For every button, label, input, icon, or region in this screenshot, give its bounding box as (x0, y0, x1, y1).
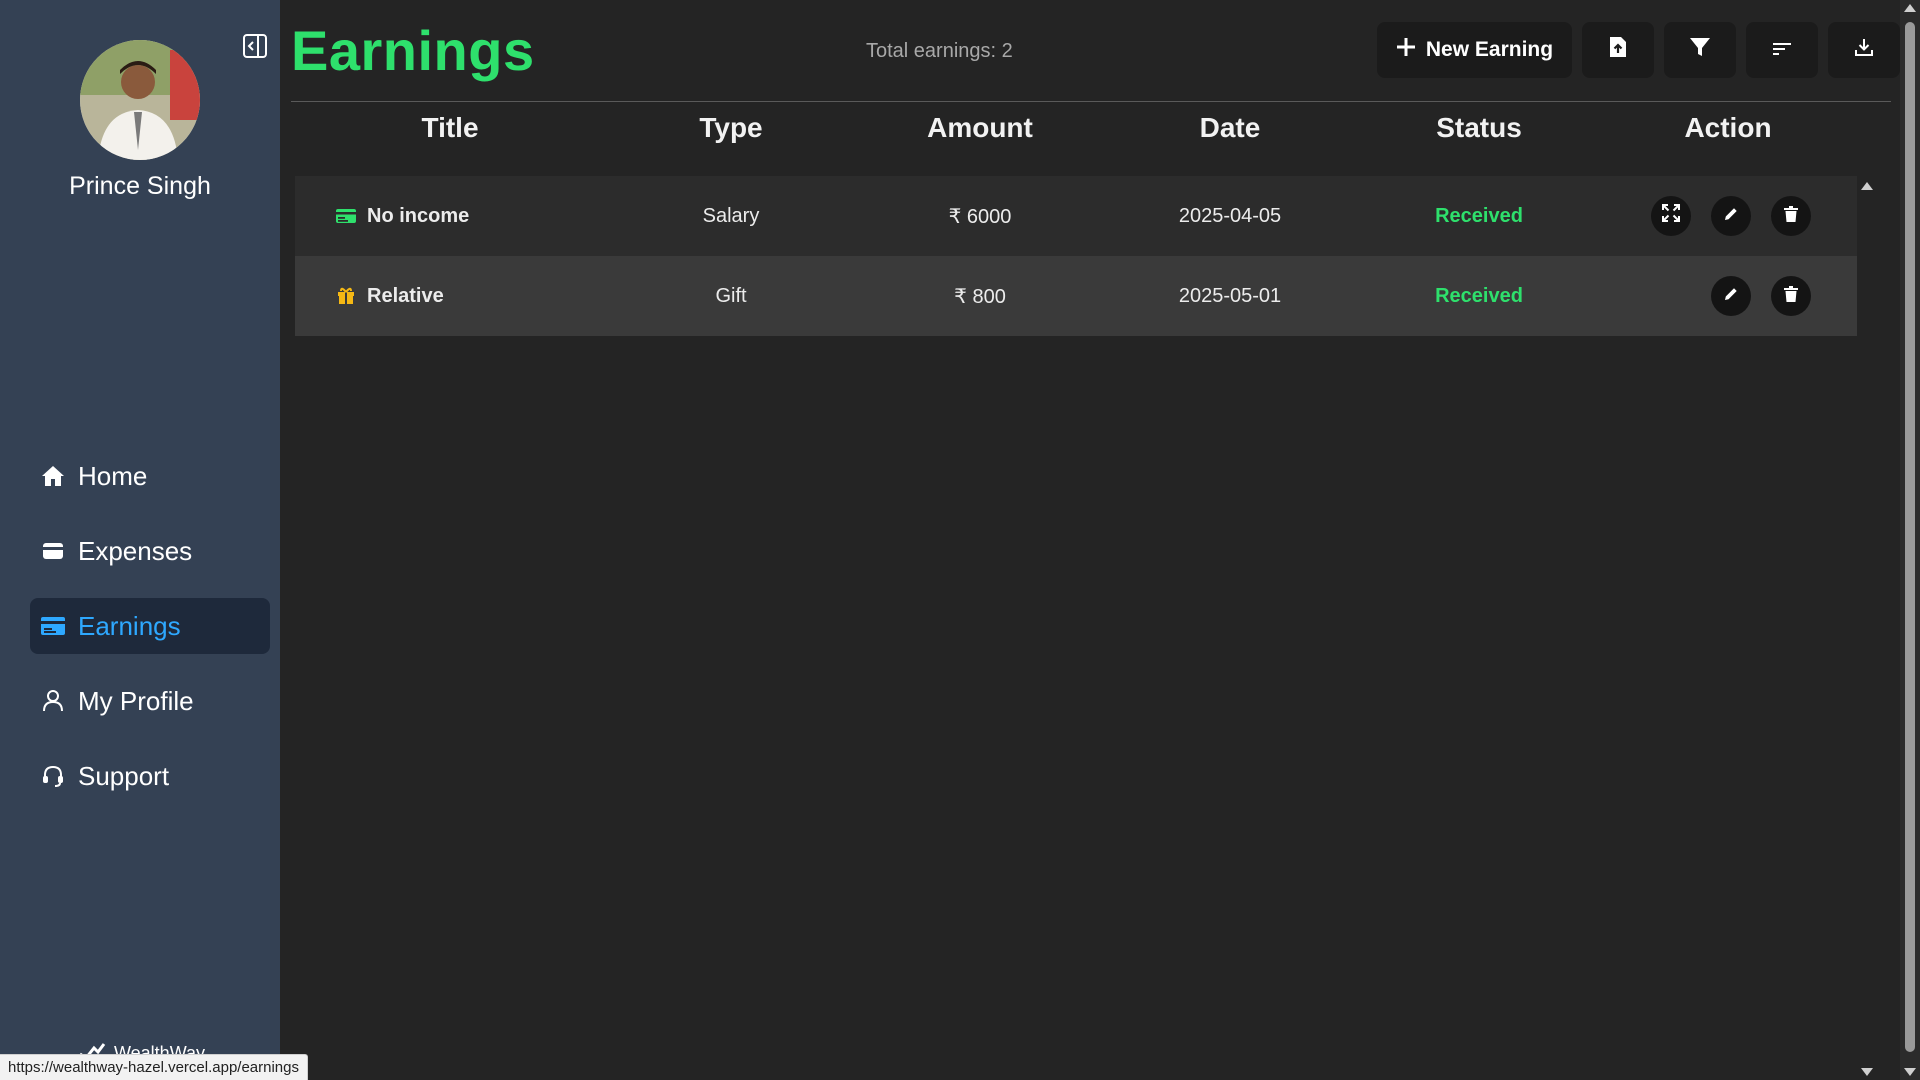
app: Prince Singh Home Expenses Earnings My P… (0, 0, 1920, 1080)
credit-card-icon (335, 205, 357, 227)
headset-icon (40, 763, 66, 789)
edit-button[interactable] (1711, 276, 1751, 316)
sidebar: Prince Singh Home Expenses Earnings My P… (0, 0, 280, 1080)
row-actions (1605, 276, 1857, 316)
status-badge: Received (1435, 204, 1523, 227)
filter-button[interactable] (1664, 22, 1736, 78)
sidebar-nav: Home Expenses Earnings My Profile Suppor… (30, 448, 270, 823)
row-title: Relative (295, 285, 609, 308)
row-title-text: Relative (367, 284, 444, 307)
trash-icon (1784, 285, 1798, 308)
sidebar-item-expenses[interactable]: Expenses (30, 523, 270, 579)
download-button[interactable] (1828, 22, 1900, 78)
delete-button[interactable] (1771, 276, 1811, 316)
column-header-status[interactable]: Status (1353, 108, 1605, 148)
scroll-up-icon[interactable] (1861, 182, 1873, 190)
pencil-icon (1723, 205, 1739, 228)
row-amount: ₹ 800 (954, 285, 1006, 308)
expand-button[interactable] (1651, 196, 1691, 236)
sidebar-item-label: Earnings (78, 610, 181, 641)
table-row[interactable]: Relative Gift ₹ 800 2025-05-01 Received (295, 256, 1857, 336)
sidebar-item-my-profile[interactable]: My Profile (30, 673, 270, 729)
row-amount: ₹ 6000 (948, 205, 1012, 228)
row-date: 2025-04-05 (1178, 204, 1282, 227)
pencil-icon (1723, 285, 1739, 308)
trash-icon (1784, 205, 1798, 228)
sidebar-item-label: Home (78, 460, 148, 491)
toolbar: New Earning (1377, 22, 1900, 78)
row-title: No income (295, 205, 609, 228)
download-icon (1854, 37, 1874, 63)
main-content: Earnings Total earnings: 2 New Earning T… (280, 0, 1900, 1080)
sort-icon (1773, 38, 1791, 62)
column-header-action: Action (1684, 112, 1772, 143)
scroll-up-icon[interactable] (1904, 4, 1916, 12)
column-header-type[interactable]: Type (609, 108, 853, 148)
scrollbar-thumb[interactable] (1905, 22, 1915, 1052)
row-title-text: No income (367, 204, 470, 227)
user-name: Prince Singh (69, 172, 211, 200)
new-earning-label: New Earning (1425, 38, 1554, 61)
import-file-button[interactable] (1582, 22, 1654, 78)
column-header-date[interactable]: Date (1107, 108, 1353, 148)
sidebar-collapse-icon[interactable] (241, 32, 269, 60)
edit-button[interactable] (1711, 196, 1751, 236)
home-icon (40, 463, 66, 489)
sidebar-item-earnings[interactable]: Earnings (30, 598, 270, 654)
row-type: Gift (715, 284, 747, 307)
plus-icon (1396, 37, 1416, 63)
file-import-icon (1609, 36, 1627, 64)
column-header-amount[interactable]: Amount (853, 108, 1107, 148)
sidebar-item-label: My Profile (78, 685, 194, 716)
sidebar-item-support[interactable]: Support (30, 748, 270, 804)
expand-icon (1662, 204, 1680, 228)
page-title: Earnings (291, 19, 535, 82)
status-badge: Received (1435, 284, 1523, 307)
user-icon (40, 688, 66, 714)
table-scrollbar[interactable] (1857, 176, 1875, 1076)
row-date: 2025-05-01 (1178, 284, 1282, 307)
new-earning-button[interactable]: New Earning (1377, 22, 1572, 78)
earnings-table-body: No income Salary ₹ 6000 2025-04-05 Recei… (295, 176, 1857, 336)
filter-icon (1689, 36, 1711, 64)
header-divider (291, 101, 1891, 102)
total-earnings-count: Total earnings: 2 (866, 40, 1013, 62)
sidebar-item-label: Support (78, 760, 170, 791)
avatar[interactable] (80, 40, 200, 160)
page-scrollbar[interactable] (1900, 0, 1920, 1080)
table-header: Title Type Amount Date Status Action (291, 108, 1891, 148)
gift-icon (335, 285, 357, 307)
status-url: https://wealthway-hazel.vercel.app/earni… (0, 1054, 308, 1080)
scroll-down-icon[interactable] (1861, 1068, 1873, 1076)
row-actions (1605, 196, 1857, 236)
table-row[interactable]: No income Salary ₹ 6000 2025-04-05 Recei… (295, 176, 1857, 256)
sidebar-item-label: Expenses (78, 535, 193, 566)
scroll-down-icon[interactable] (1904, 1068, 1916, 1076)
credit-card-icon (40, 613, 66, 639)
wallet-icon (40, 538, 66, 564)
sidebar-item-home[interactable]: Home (30, 448, 270, 504)
column-header-title[interactable]: Title (291, 108, 609, 148)
sort-button[interactable] (1746, 22, 1818, 78)
row-type: Salary (702, 204, 760, 227)
delete-button[interactable] (1771, 196, 1811, 236)
